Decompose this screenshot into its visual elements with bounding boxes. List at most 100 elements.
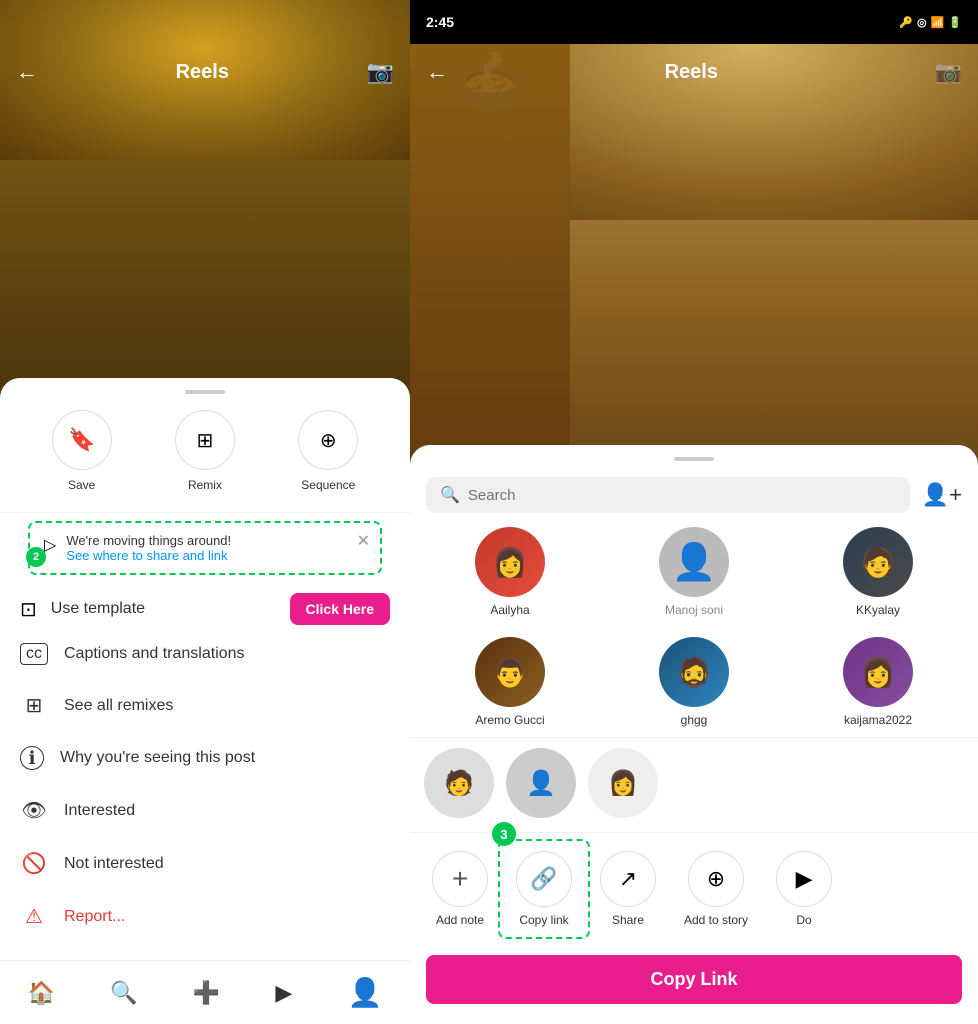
menu-item-why[interactable]: ℹ Why you're seeing this post	[0, 732, 410, 784]
avatar-aremo: 👨	[475, 637, 545, 707]
share-actions-container: + Add note 🔗 Copy link ↗ Share ⊕ Add to …	[410, 832, 978, 945]
remix-icon-circle: ⊞	[175, 410, 235, 470]
contacts-grid: 👩 Aailyha 👤 Manoj soni 🧑 KKyalay 👨 Aremo…	[410, 517, 978, 737]
contact-name-kkyalay: KKyalay	[856, 603, 900, 617]
sequence-option[interactable]: ⊕ Sequence	[298, 410, 358, 492]
bottom-sheet-left: 🔖 Save ⊞ Remix ⊕ Sequence ▷ We're moving…	[0, 378, 410, 1024]
avatar-partial-3: 👩	[588, 748, 658, 818]
share-search-bar[interactable]: 🔍	[426, 477, 910, 513]
contact-name-kaijama: kaijama2022	[844, 713, 912, 727]
sequence-label: Sequence	[301, 478, 355, 492]
template-icon: ⊡	[20, 597, 37, 622]
copy-link-button[interactable]: Copy Link	[426, 955, 962, 1004]
more-action-icon: ▶	[776, 851, 832, 907]
badge-3-area: 3	[492, 822, 516, 846]
notification-text: We're moving things around!	[66, 533, 231, 548]
remix-option[interactable]: ⊞ Remix	[175, 410, 235, 492]
not-interested-icon: 🚫	[20, 851, 48, 876]
use-template-label: Use template	[51, 600, 145, 618]
menu-item-captions[interactable]: cc Captions and translations	[0, 629, 410, 679]
contact-name-aailyha: Aailyha	[490, 603, 529, 617]
remixes-icon: ⊞	[20, 693, 48, 718]
search-input[interactable]	[468, 487, 896, 504]
share-actions-row: + Add note 🔗 Copy link ↗ Share ⊕ Add to …	[410, 832, 978, 945]
action-add-note[interactable]: + Add note	[418, 843, 502, 935]
status-icons-right: 🔑 ◎ 📶 🔋	[899, 16, 962, 29]
contact-kkyalay[interactable]: 🧑 KKyalay	[786, 517, 970, 627]
use-template-row: ⊡ Use template Click Here	[0, 583, 410, 629]
avatar-ghgg: 🧔	[659, 637, 729, 707]
search-icon: 🔍	[440, 485, 460, 505]
nav-home[interactable]: 🏠	[28, 980, 55, 1006]
nav-add[interactable]: ➕	[193, 980, 220, 1006]
step-badge-3: 3	[492, 822, 516, 846]
notification-link[interactable]: See where to share and link	[66, 548, 231, 563]
camera-icon-left[interactable]: 📷	[367, 59, 394, 85]
nav-search[interactable]: 🔍	[110, 980, 137, 1006]
nav-reels[interactable]: ▶	[275, 980, 292, 1006]
sheet-icons-row: 🔖 Save ⊞ Remix ⊕ Sequence	[0, 410, 410, 513]
action-more[interactable]: ▶ Do	[762, 843, 846, 935]
notification-banner: ▷ We're moving things around! See where …	[28, 521, 382, 575]
contact-partial-2[interactable]: 👤	[500, 738, 582, 828]
menu-item-remixes[interactable]: ⊞ See all remixes	[0, 679, 410, 732]
not-interested-label: Not interested	[64, 855, 164, 873]
save-icon-circle: 🔖	[52, 410, 112, 470]
contact-name-aremo: Aremo Gucci	[475, 713, 544, 727]
action-copy-link[interactable]: 🔗 Copy link	[502, 843, 586, 935]
why-icon: ℹ	[20, 746, 44, 770]
why-label: Why you're seeing this post	[60, 749, 255, 767]
avatar-partial-2: 👤	[506, 748, 576, 818]
add-story-icon: ⊕	[688, 851, 744, 907]
share-sheet-handle	[674, 457, 714, 461]
click-here-button-left[interactable]: Click Here	[290, 593, 390, 625]
menu-item-interested[interactable]: 👁 Interested	[0, 784, 410, 837]
avatar-kaijama: 👩	[843, 637, 913, 707]
add-story-label: Add to story	[684, 913, 748, 927]
time-right: 2:45	[426, 14, 454, 30]
reels-title-left: Reels	[176, 61, 229, 84]
contact-partial-1[interactable]: 🧑	[418, 738, 500, 828]
contact-ghgg[interactable]: 🧔 ghgg	[602, 627, 786, 737]
reels-header-right: ← Reels 📷	[410, 44, 978, 100]
nav-profile[interactable]: 👤	[347, 976, 382, 1009]
action-share[interactable]: ↗ Share	[586, 843, 670, 935]
close-icon[interactable]: ✕	[357, 531, 370, 551]
share-sheet: 🔍 👤+ 👩 Aailyha 👤 Manoj soni 🧑 KKyalay 👨 …	[410, 445, 978, 1024]
remix-label: Remix	[188, 478, 222, 492]
status-bar-right: 2:45 🔑 ◎ 📶 🔋	[410, 0, 978, 44]
contact-manoj[interactable]: 👤 Manoj soni	[602, 517, 786, 627]
share-action-label: Share	[612, 913, 644, 927]
save-option[interactable]: 🔖 Save	[52, 410, 112, 492]
back-icon-right[interactable]: ←	[426, 59, 448, 85]
partial-contacts-row: 🧑 👤 👩	[410, 737, 978, 832]
avatar-partial-1: 🧑	[424, 748, 494, 818]
camera-icon-right[interactable]: 📷	[935, 59, 962, 85]
notification-badge: 2	[26, 547, 46, 567]
report-label: Report...	[64, 908, 125, 926]
add-note-label: Add note	[436, 913, 484, 927]
reels-header-left: ← Reels 📷	[0, 44, 410, 100]
captions-label: Captions and translations	[64, 645, 245, 663]
contact-kaijama[interactable]: 👩 kaijama2022	[786, 627, 970, 737]
add-person-icon[interactable]: 👤+	[922, 482, 962, 508]
more-action-label: Do	[796, 913, 811, 927]
report-icon: ⚠	[20, 904, 48, 929]
menu-item-report[interactable]: ⚠ Report...	[0, 890, 410, 943]
contact-name-ghgg: ghgg	[681, 713, 708, 727]
share-action-icon: ↗	[600, 851, 656, 907]
captions-icon: cc	[20, 643, 48, 665]
sequence-icon-circle: ⊕	[298, 410, 358, 470]
left-panel: 2:45 🔑 ◎ 📶 🔋 ← Reels 📷 🔖 Save ⊞ Remix	[0, 0, 410, 1024]
contact-aremo[interactable]: 👨 Aremo Gucci	[418, 627, 602, 737]
remixes-label: See all remixes	[64, 697, 173, 715]
menu-item-not-interested[interactable]: 🚫 Not interested	[0, 837, 410, 890]
avatar-aailyha: 👩	[475, 527, 545, 597]
action-add-story[interactable]: ⊕ Add to story	[670, 843, 762, 935]
contact-aailyha[interactable]: 👩 Aailyha	[418, 517, 602, 627]
contact-partial-3[interactable]: 👩	[582, 738, 664, 828]
use-template-item[interactable]: ⊡ Use template	[20, 597, 145, 622]
back-icon-left[interactable]: ←	[16, 59, 38, 85]
avatar-kkyalay: 🧑	[843, 527, 913, 597]
copy-link-dashed-box	[498, 839, 590, 939]
